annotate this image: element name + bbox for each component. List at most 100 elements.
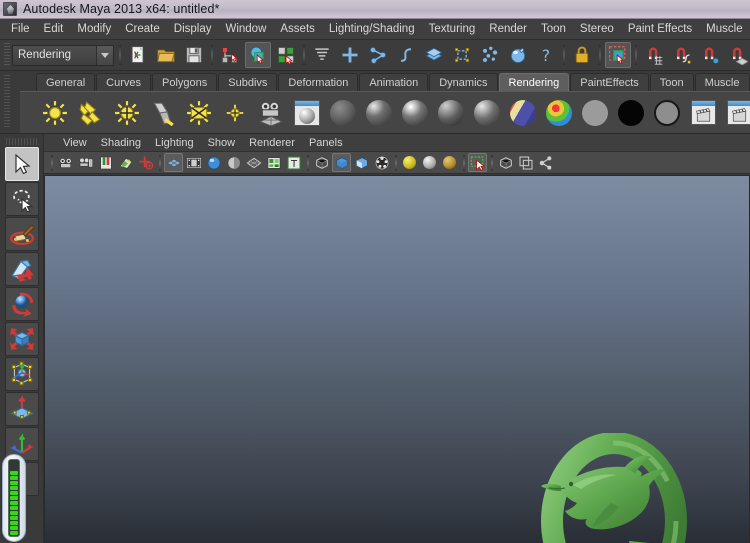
use-scene-lights-icon[interactable] [440,153,459,172]
layered-shader-icon[interactable] [506,96,540,130]
menu-item-window[interactable]: Window [218,21,273,38]
point-light-icon[interactable] [110,96,144,130]
shelf-tab-animation[interactable]: Animation [359,73,429,91]
render-current-frame-icon[interactable] [686,96,720,130]
menu-item-modify[interactable]: Modify [70,21,118,38]
menu-item-texturing[interactable]: Texturing [422,21,483,38]
shadows-icon[interactable] [224,153,243,172]
viewport-menu-shading[interactable]: Shading [94,136,148,150]
select-by-component-type-icon[interactable] [273,42,299,68]
spot-light-icon[interactable] [146,96,180,130]
select-misc-icon[interactable]: ? [533,42,559,68]
directional-light-icon[interactable] [74,96,108,130]
snap-to-point-icon[interactable] [697,42,723,68]
select-by-object-type-icon[interactable] [245,42,271,68]
rotate-tool[interactable] [4,287,39,321]
shelf-tab-dynamics[interactable]: Dynamics [429,73,498,91]
smooth-shade-all-icon[interactable] [332,153,351,172]
select-rendering-icon[interactable] [505,42,531,68]
exposure-slider[interactable] [2,454,26,542]
lasso-select-tool[interactable] [4,182,39,216]
select-handles-icon[interactable] [337,42,363,68]
snap-to-grid-icon[interactable] [641,42,667,68]
perspective-viewport[interactable]: Bai du 经验 jingyan.baidu.com [44,175,750,543]
dolphin-trophy-sculpture[interactable] [499,433,750,543]
menu-set-selector[interactable]: Rendering [12,44,114,66]
smooth-shade-selected-icon[interactable] [352,153,371,172]
shelf-tab-muscle[interactable]: Muscle [694,73,750,91]
shade-options-icon[interactable] [204,153,223,172]
shelf-tab-subdivs[interactable]: Subdivs [218,73,278,91]
toolbox-drag-handle[interactable] [6,138,37,145]
menu-item-display[interactable]: Display [167,21,219,38]
image-plane-icon[interactable] [116,153,135,172]
shelf-tab-rendering[interactable]: Rendering [498,73,570,91]
share-icon[interactable] [536,153,555,172]
xray-joints-icon[interactable] [516,153,535,172]
menu-item-stereo[interactable]: Stereo [573,21,621,38]
isolate-select-icon[interactable] [496,153,515,172]
area-light-icon[interactable] [182,96,216,130]
blinn-material-icon[interactable] [362,96,396,130]
phong-e-material-icon[interactable] [434,96,468,130]
shelf-tab-general[interactable]: General [36,73,96,91]
new-scene-icon[interactable] [125,42,151,68]
grid-toggle-icon[interactable] [164,153,183,172]
wireframe-shading-icon[interactable] [312,153,331,172]
shelf-tab-deformation[interactable]: Deformation [278,73,359,91]
select-tool[interactable] [4,147,39,181]
paint-selection-tool[interactable] [4,217,39,251]
save-scene-icon[interactable] [181,42,207,68]
lambert-material-icon[interactable] [326,96,360,130]
scale-tool[interactable] [4,322,39,356]
select-by-hierarchy-icon[interactable] [217,42,243,68]
select-dynamics-icon[interactable] [477,42,503,68]
snap-region-icon[interactable] [605,42,631,68]
anisotropic-material-icon[interactable] [470,96,504,130]
menu-item-assets[interactable]: Assets [273,21,322,38]
camera-attributes-icon[interactable] [76,153,95,172]
bookmark-icon[interactable] [96,153,115,172]
create-camera-icon[interactable] [254,96,288,130]
volume-light-icon[interactable] [218,96,252,130]
irpr-render-icon[interactable] [722,96,750,130]
select-ikhandles-icon[interactable] [365,42,391,68]
shading-map-icon[interactable] [650,96,684,130]
menu-item-file[interactable]: File [4,21,37,38]
surface-shader-icon[interactable] [578,96,612,130]
snap-to-curve-icon[interactable] [669,42,695,68]
region-select-icon[interactable] [468,153,487,172]
menu-item-edit[interactable]: Edit [37,21,71,38]
exposure-slider-track[interactable] [8,459,20,537]
ramp-shader-icon[interactable] [542,96,576,130]
texture-icon[interactable] [264,153,283,172]
hilite-icon[interactable] [309,42,335,68]
use-all-lights-icon[interactable] [420,153,439,172]
phong-material-icon[interactable] [398,96,432,130]
use-default-light-icon[interactable] [400,153,419,172]
ambient-light-icon[interactable] [38,96,72,130]
render-view-icon[interactable] [290,96,324,130]
menu-item-create[interactable]: Create [118,21,167,38]
menu-item-paint-effects[interactable]: Paint Effects [621,21,699,38]
2d-pan-zoom-icon[interactable] [136,153,155,172]
viewport-menu-renderer[interactable]: Renderer [242,136,302,150]
menu-item-toon[interactable]: Toon [534,21,573,38]
viewport-menu-panels[interactable]: Panels [302,136,350,150]
move-tool[interactable] [4,252,39,286]
select-surfaces-icon[interactable] [421,42,447,68]
menu-item-muscle[interactable]: Muscle [699,21,749,38]
shelf-drag-handle[interactable] [4,75,10,127]
snap-to-plane-icon[interactable] [725,42,750,68]
select-curves-icon[interactable] [393,42,419,68]
viewport-menu-lighting[interactable]: Lighting [148,136,201,150]
lock-selection-icon[interactable] [569,42,595,68]
toolbar-drag-handle[interactable] [4,43,10,67]
hardware-texturing-icon[interactable] [372,153,391,172]
menu-item-lighting-shading[interactable]: Lighting/Shading [322,21,422,38]
viewport-menu-show[interactable]: Show [201,136,243,150]
viewport-menu-view[interactable]: View [56,136,94,150]
shelf-tab-toon[interactable]: Toon [649,73,694,91]
select-deformations-icon[interactable] [449,42,475,68]
shelf-tab-polygons[interactable]: Polygons [151,73,218,91]
